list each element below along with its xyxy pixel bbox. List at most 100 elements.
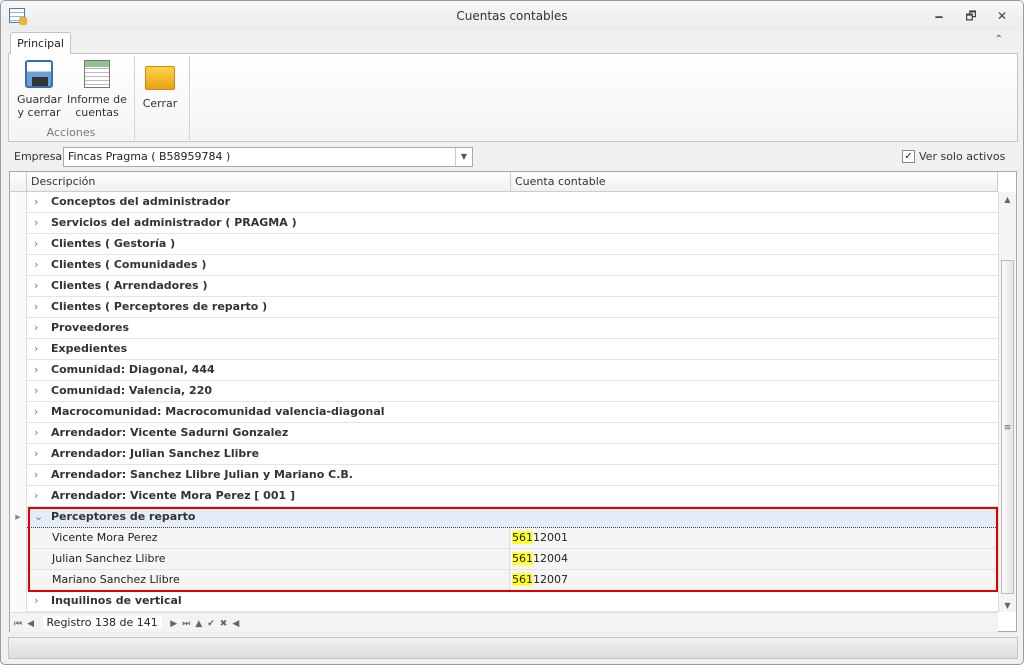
column-descripcion[interactable]: Descripción <box>27 172 511 192</box>
tab-principal[interactable]: Principal <box>10 32 71 54</box>
chevron-right-icon[interactable]: › <box>34 402 38 422</box>
group-row[interactable]: › Macrocomunidad: Macrocomunidad valencia… <box>10 402 998 423</box>
chevron-right-icon[interactable]: › <box>34 486 38 506</box>
group-row[interactable]: › Clientes ( Perceptores de reparto ) <box>10 297 998 318</box>
table-row[interactable]: Mariano Sanchez Llibre 56112007 <box>10 570 998 591</box>
group-row[interactable]: › Expedientes <box>10 339 998 360</box>
chevron-down-icon[interactable]: ⌄ <box>34 507 43 527</box>
up-icon[interactable]: ▲ <box>195 619 202 629</box>
chevron-right-icon[interactable]: › <box>34 339 38 359</box>
account-prefix-highlight: 561 <box>512 573 533 586</box>
last-record-icon[interactable]: ⏭ <box>182 619 190 629</box>
account-suffix: 12004 <box>533 552 568 565</box>
chevron-right-icon[interactable]: › <box>34 318 38 338</box>
group-label: Arrendador: Sanchez Llibre Julian y Mari… <box>51 468 353 481</box>
chevron-right-icon[interactable]: › <box>34 381 38 401</box>
informe-cuentas-button[interactable]: Informe de cuentas <box>67 60 127 119</box>
chevron-right-icon[interactable]: › <box>34 360 38 380</box>
group-row[interactable]: › Arrendador: Vicente Mora Perez [ 001 ] <box>10 486 998 507</box>
group-label-acciones: Acciones <box>46 126 96 139</box>
row-indicator <box>10 339 27 360</box>
chevron-right-icon[interactable]: › <box>34 255 38 275</box>
divider <box>189 56 190 140</box>
row-indicator <box>10 213 27 234</box>
group-label: Expedientes <box>51 342 128 355</box>
empresa-select[interactable]: Fincas Pragma ( B58959784 ) ▼ <box>63 147 473 167</box>
chevron-right-icon[interactable]: › <box>34 591 38 611</box>
group-row[interactable]: › Clientes ( Arrendadores ) <box>10 276 998 297</box>
descripcion-cell[interactable]: Vicente Mora Perez <box>48 528 510 549</box>
record-navigator: ⏮ ◀ Registro 138 de 141 ▶ ⏭ ▲ ✔ ✖ ◀ <box>10 612 998 632</box>
table-row[interactable]: Julian Sanchez Llibre 56112004 <box>10 549 998 570</box>
label: Informe de <box>67 93 127 106</box>
descripcion-cell[interactable]: Mariano Sanchez Llibre <box>48 570 510 591</box>
next-record-icon[interactable]: ▶ <box>170 619 177 629</box>
chevron-right-icon[interactable]: › <box>34 297 38 317</box>
descripcion-cell[interactable]: Julian Sanchez Llibre <box>48 549 510 570</box>
check-icon[interactable]: ✔ <box>207 619 215 629</box>
guardar-cerrar-button[interactable]: Guardar y cerrar <box>17 60 62 119</box>
group-row[interactable]: › Arrendador: Sanchez Llibre Julian y Mar… <box>10 465 998 486</box>
scroll-up-icon[interactable]: ▲ <box>999 195 1016 204</box>
group-label: Arrendador: Julian Sanchez Llibre <box>51 447 260 460</box>
row-indicator <box>10 402 27 423</box>
header-indicator <box>10 172 27 192</box>
label: y cerrar <box>17 106 61 119</box>
chevron-right-icon[interactable]: › <box>34 465 38 485</box>
vertical-scrollbar[interactable]: ▲ ≡ ▼ <box>998 192 1016 612</box>
group-row[interactable]: › Conceptos del administrador <box>10 192 998 213</box>
chevron-right-icon[interactable]: › <box>34 276 38 296</box>
group-label: Clientes ( Gestoría ) <box>51 237 176 250</box>
chevron-right-icon[interactable]: › <box>34 192 38 212</box>
minimize-button[interactable]: 🗕 <box>928 7 950 25</box>
row-indicator <box>10 255 27 276</box>
label: cuentas <box>75 106 119 119</box>
restore-button[interactable]: 🗗 <box>960 7 982 25</box>
chevron-right-icon[interactable]: › <box>34 444 38 464</box>
chevron-right-icon[interactable]: › <box>34 234 38 254</box>
group-label: Inquilinos de vertical <box>51 594 182 607</box>
group-row[interactable]: › Comunidad: Valencia, 220 <box>10 381 998 402</box>
group-row[interactable]: › Inquilinos de vertical <box>10 591 998 612</box>
folder-open-arrow-icon <box>145 66 175 90</box>
cuenta-cell[interactable]: 56112004 <box>512 549 568 569</box>
group-row[interactable]: › Clientes ( Comunidades ) <box>10 255 998 276</box>
cuenta-cell[interactable]: 56112007 <box>512 570 568 590</box>
solo-activos-checkbox[interactable]: ✓ <box>902 150 915 163</box>
chevron-down-icon[interactable]: ▼ <box>455 148 472 166</box>
column-cuenta-contable[interactable]: Cuenta contable <box>511 172 998 192</box>
group-row[interactable]: › Clientes ( Gestoría ) <box>10 234 998 255</box>
group-label: Comunidad: Diagonal, 444 <box>51 363 215 376</box>
chevron-right-icon[interactable]: › <box>34 213 38 233</box>
cerrar-button[interactable]: Cerrar <box>141 60 179 110</box>
group-label: Perceptores de reparto <box>51 510 196 523</box>
cuenta-cell[interactable]: 56112001 <box>512 528 568 548</box>
divider <box>134 56 135 140</box>
row-indicator <box>10 465 27 486</box>
row-indicator <box>10 423 27 444</box>
scroll-down-icon[interactable]: ▼ <box>999 601 1016 610</box>
scroll-left-icon[interactable]: ◀ <box>232 619 239 629</box>
group-row[interactable]: › Servicios del administrador ( PRAGMA ) <box>10 213 998 234</box>
group-row[interactable]: › Arrendador: Vicente Sadurni Gonzalez <box>10 423 998 444</box>
close-button[interactable]: ✕ <box>991 7 1013 25</box>
first-record-icon[interactable]: ⏮ <box>14 619 22 629</box>
collapse-ribbon-button[interactable]: ⌃ <box>995 34 1003 45</box>
app-icon <box>9 8 27 25</box>
row-indicator <box>10 381 27 402</box>
scroll-thumb[interactable]: ≡ <box>1001 260 1014 594</box>
accounts-grid: Descripción Cuenta contable › Conceptos d… <box>9 171 1017 632</box>
cancel-icon[interactable]: ✖ <box>220 619 228 629</box>
row-indicator <box>10 591 27 612</box>
row-indicator <box>10 570 27 591</box>
group-row-expanded[interactable]: ▶ ⌄ Perceptores de reparto <box>10 507 998 528</box>
group-label: Servicios del administrador ( PRAGMA ) <box>51 216 297 229</box>
chevron-right-icon[interactable]: › <box>34 423 38 443</box>
prev-record-icon[interactable]: ◀ <box>27 619 34 629</box>
table-row[interactable]: Vicente Mora Perez 56112001 <box>10 528 998 549</box>
group-row[interactable]: › Comunidad: Diagonal, 444 <box>10 360 998 381</box>
group-row[interactable]: › Proveedores <box>10 318 998 339</box>
group-row[interactable]: › Arrendador: Julian Sanchez Llibre <box>10 444 998 465</box>
row-indicator <box>10 486 27 507</box>
group-label: Comunidad: Valencia, 220 <box>51 384 213 397</box>
